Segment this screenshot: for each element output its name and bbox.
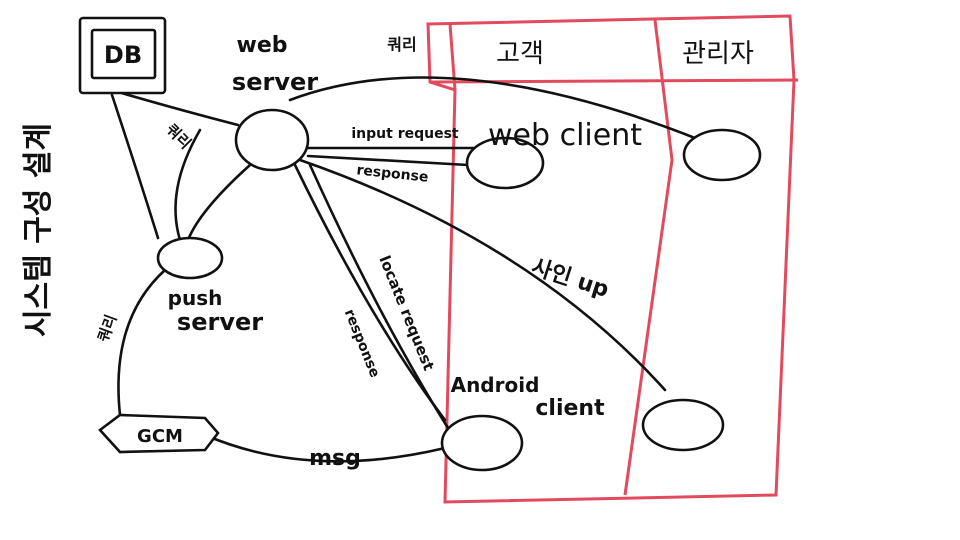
- edge-locate-response: [308, 163, 450, 430]
- edge-label-sign-up: 사인 up: [528, 255, 611, 303]
- side-title: 시스템 구성 설계: [21, 123, 56, 337]
- db-node: DB: [78, 16, 167, 95]
- table-left-inner-line: [448, 23, 457, 91]
- edge-label-input-request: input request: [351, 126, 459, 142]
- db-label: DB: [104, 41, 142, 69]
- edge-db-push: [110, 93, 160, 240]
- edge-label-response: response: [356, 162, 429, 185]
- web-server-node: [234, 108, 310, 172]
- col-customer: 고객: [496, 39, 544, 69]
- edge-response: [306, 154, 470, 167]
- col-admin: 관리자: [682, 39, 754, 69]
- edge-db-web: [116, 90, 240, 127]
- edge-sign-up: [298, 158, 667, 392]
- android-client-label-1: Android: [451, 373, 540, 397]
- edge-label-push-gcm: 쿼리: [94, 312, 120, 344]
- edge-web-push: [186, 163, 252, 242]
- web-client-label: web client: [488, 118, 642, 153]
- web-server-label-2: server: [232, 68, 318, 96]
- edge-label-locate-request: locate request: [375, 253, 438, 373]
- admin-web-node: [682, 128, 762, 182]
- push-server-node: [156, 236, 224, 280]
- admin-android-node: [641, 398, 725, 452]
- push-server-label-1: push: [168, 286, 223, 310]
- web-server-label-1: web: [237, 33, 288, 58]
- push-server-label-2: server: [177, 308, 263, 336]
- edge-label-msg: msg: [309, 446, 361, 471]
- android-client-label-2: client: [535, 396, 605, 421]
- gcm-node: GCM: [98, 413, 220, 454]
- edge-label-web-admin: 쿼리: [387, 35, 416, 54]
- gcm-label: GCM: [137, 426, 183, 447]
- android-client-node: [440, 414, 524, 472]
- system-diagram: 시스템 구성 설계 DB web server push server GCM …: [21, 14, 799, 504]
- edge-push-gcm: [117, 268, 167, 417]
